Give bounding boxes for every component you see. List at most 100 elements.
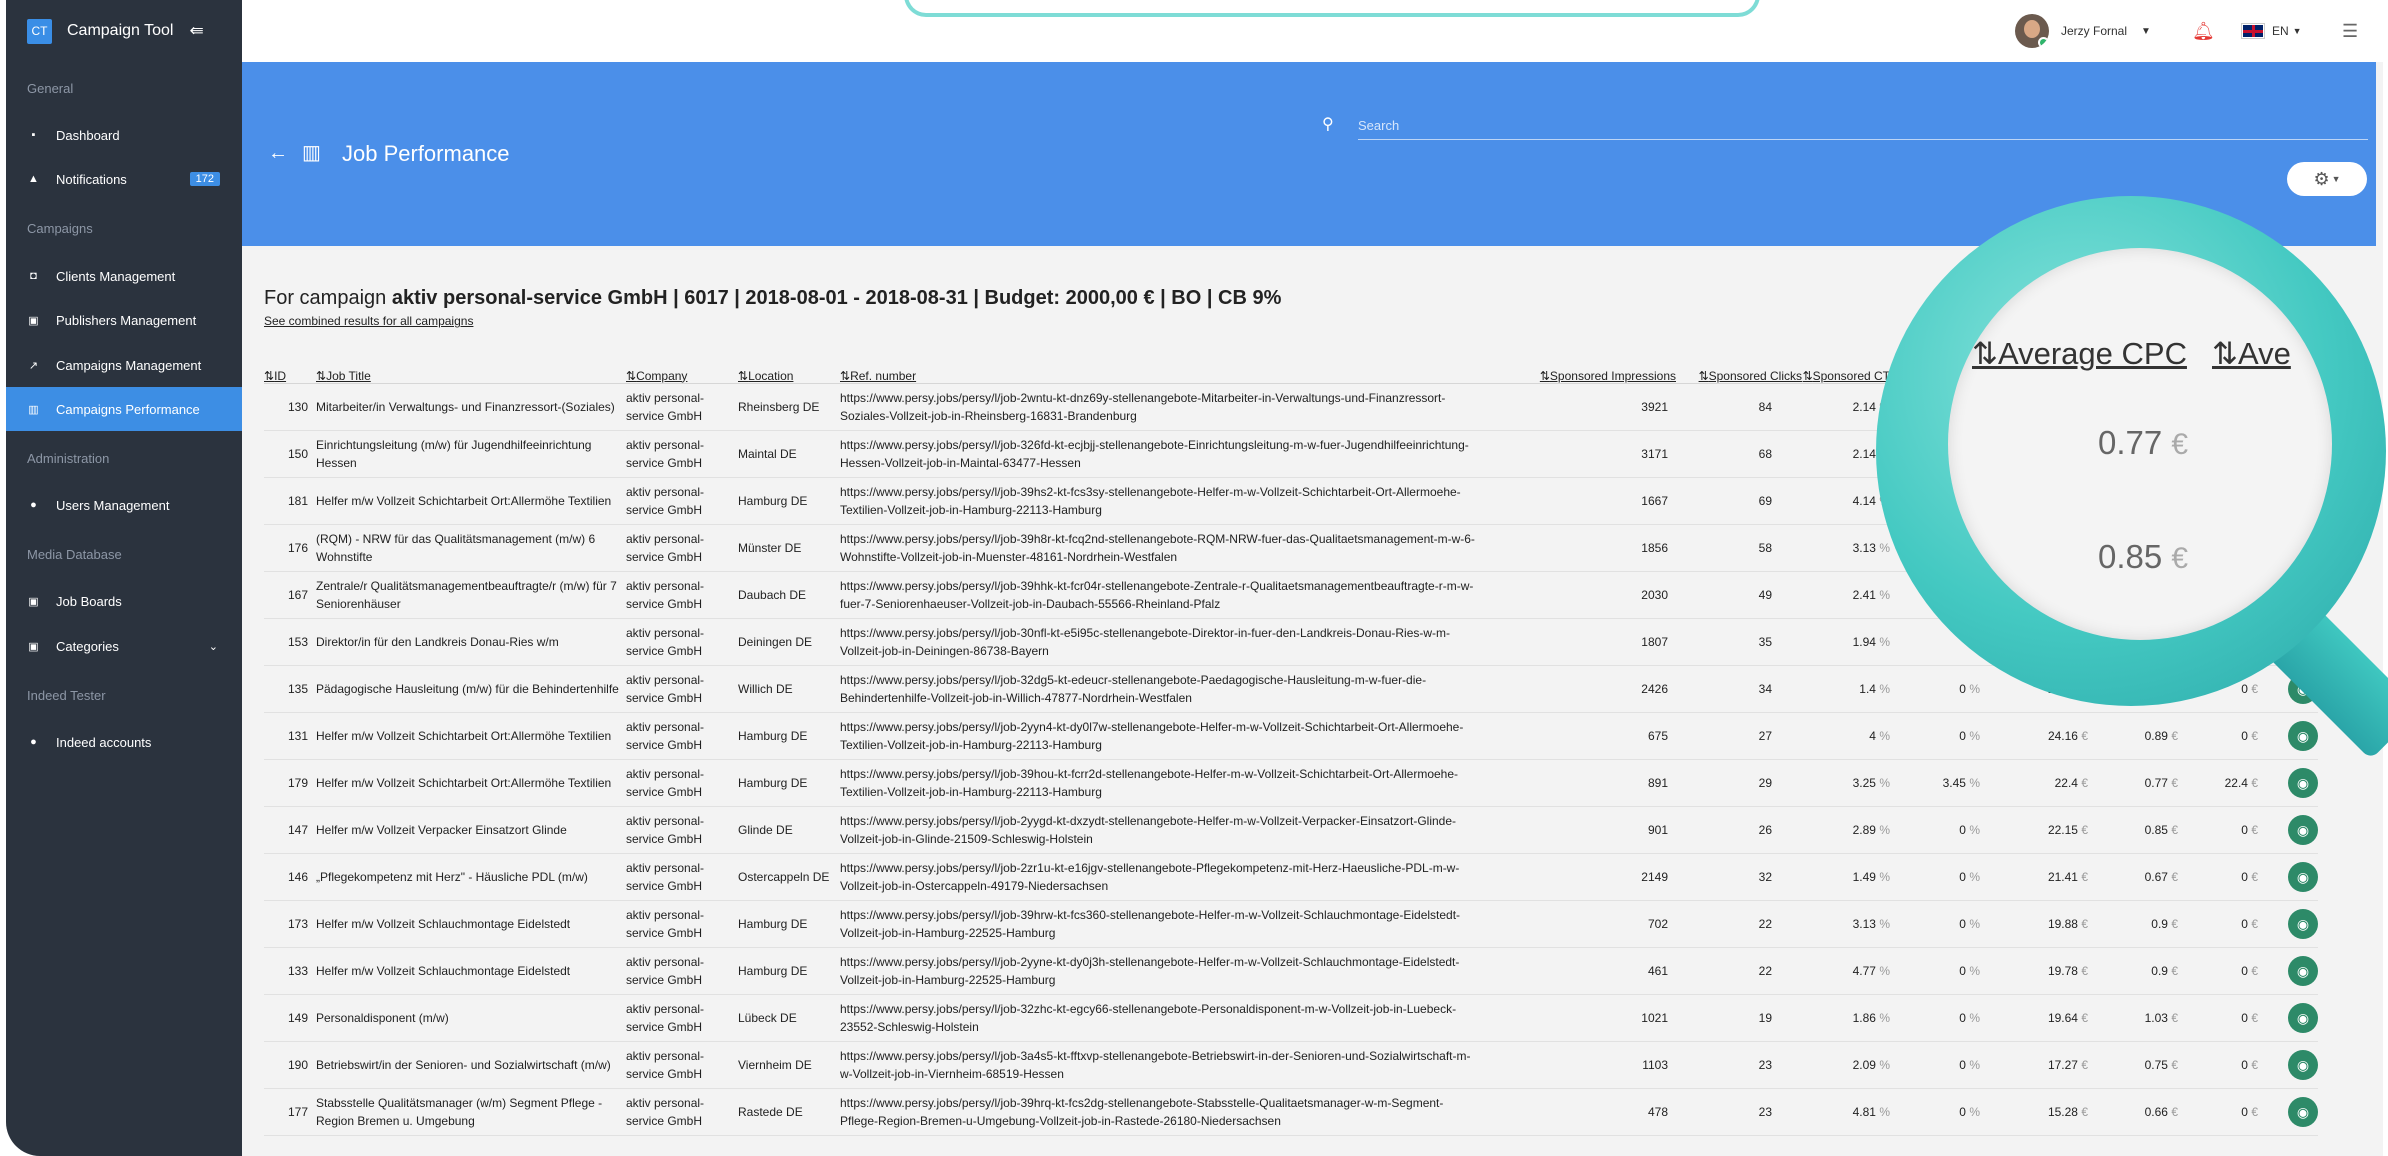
cell-job-title: Mitarbeiter/in Verwaltungs- und Finanzre…: [316, 383, 626, 431]
cell-ref-number: https://www.persy.jobs/persy/l/job-32dg5…: [840, 665, 1490, 713]
column-header[interactable]: ⇅Sponsored Clicks: [1676, 366, 1802, 384]
cell-ref-number: https://www.persy.jobs/persy/l/job-2wntu…: [840, 383, 1490, 431]
cell-clicks: 35: [1676, 618, 1802, 666]
cell-company: aktiv personal-service GmbH: [626, 1041, 738, 1089]
categories-icon: ▣: [28, 640, 39, 653]
bar-chart-icon: ▥: [28, 403, 39, 416]
cell-impressions: 2149: [1490, 853, 1676, 901]
view-details-eye-icon[interactable]: ◉: [2288, 1049, 2318, 1080]
column-header[interactable]: ⇅Job Title: [316, 366, 626, 384]
cell-clicks: 22: [1676, 900, 1802, 948]
sidebar-item-label: Indeed accounts: [56, 734, 152, 750]
column-header[interactable]: ⇅Ref. number: [840, 366, 1490, 384]
cell-cost: 22.15 €: [1980, 806, 2088, 854]
sidebar-item-notifications[interactable]: ▲ Notifications 172: [6, 157, 242, 201]
cell-job-title: Personaldisponent (m/w): [316, 994, 626, 1042]
language-selector[interactable]: EN ▼: [2241, 0, 2302, 62]
view-details-eye-icon[interactable]: ◉: [2288, 814, 2318, 845]
cell-action: ◉: [2258, 1088, 2318, 1136]
cell-location: Deiningen DE: [738, 618, 840, 666]
cell-location: Ostercappeln DE: [738, 853, 840, 901]
view-details-eye-icon[interactable]: ◉: [2288, 861, 2318, 892]
table-row[interactable]: 146 „Pflegekompetenz mit Herz" - Häuslich…: [264, 853, 2318, 901]
sidebar-item-indeed-accounts[interactable]: ● Indeed accounts: [6, 720, 242, 764]
section-administration: Administration: [27, 451, 110, 466]
column-header[interactable]: ⇅Location: [738, 366, 840, 384]
sidebar-item-categories[interactable]: ▣ Categories ⌄: [6, 624, 242, 668]
combined-results-link[interactable]: See combined results for all campaigns: [264, 314, 473, 328]
cell-location: Lübeck DE: [738, 994, 840, 1042]
cell-action: ◉: [2258, 806, 2318, 854]
sort-icon: ⇅: [626, 368, 637, 383]
view-details-eye-icon[interactable]: ◉: [2288, 955, 2318, 986]
cell-job-title: Helfer m/w Vollzeit Schichtarbeit Ort:Al…: [316, 712, 626, 760]
sidebar-item-campaigns-performance[interactable]: ▥ Campaigns Performance: [6, 387, 242, 431]
cell-metric: 0 %: [1890, 947, 1980, 995]
cell-cpc: 0.85 €: [2088, 806, 2178, 854]
cell-impressions: 3171: [1490, 430, 1676, 478]
cell-location: Willich DE: [738, 665, 840, 713]
user-menu[interactable]: Jerzy Fornal ▼: [2015, 0, 2151, 62]
table-row[interactable]: 190 Betriebswirt/in der Senioren- und Soz…: [264, 1041, 2318, 1089]
column-header[interactable]: ⇅ID: [264, 366, 316, 384]
sidebar-item-label: Campaigns Performance: [56, 401, 200, 417]
view-details-eye-icon[interactable]: ◉: [2288, 1002, 2318, 1033]
language-code: EN: [2272, 24, 2289, 38]
sidebar-item-dashboard[interactable]: ▪ Dashboard: [6, 113, 242, 157]
table-row[interactable]: 133 Helfer m/w Vollzeit Schlauchmontage E…: [264, 947, 2318, 995]
column-header[interactable]: ⇅Company: [626, 366, 738, 384]
sidebar-item-label: Dashboard: [56, 127, 120, 143]
cell-job-title: Helfer m/w Vollzeit Schlauchmontage Eide…: [316, 900, 626, 948]
back-arrow-icon[interactable]: ←: [268, 142, 288, 165]
cell-id: 181: [264, 477, 316, 525]
column-header[interactable]: ⇅Sponsored Impressions: [1490, 366, 1676, 384]
zoom-header-average-cpc: ⇅Average CPC: [1972, 336, 2187, 371]
sidebar-item-job-boards[interactable]: ▣ Job Boards: [6, 579, 242, 623]
cell-ref-number: https://www.persy.jobs/persy/l/job-32zhc…: [840, 994, 1490, 1042]
column-header[interactable]: ⇅Sponsored CT: [1802, 366, 1890, 384]
sidebar-item-label: Clients Management: [56, 268, 176, 284]
cell-id: 133: [264, 947, 316, 995]
view-details-eye-icon[interactable]: ◉: [2288, 767, 2318, 798]
view-details-eye-icon[interactable]: ◉: [2288, 720, 2318, 751]
cell-company: aktiv personal-service GmbH: [626, 759, 738, 807]
sidebar-item-users[interactable]: ● Users Management: [6, 483, 242, 527]
table-row[interactable]: 173 Helfer m/w Vollzeit Schlauchmontage E…: [264, 900, 2318, 948]
cell-ctr: 1.49 %: [1802, 853, 1890, 901]
collapse-sidebar-icon[interactable]: ⇚: [189, 21, 203, 41]
sidebar-item-campaigns[interactable]: ↗ Campaigns Management: [6, 343, 242, 387]
cell-job-title: Helfer m/w Vollzeit Schichtarbeit Ort:Al…: [316, 477, 626, 525]
cell-location: Glinde DE: [738, 806, 840, 854]
cell-impressions: 478: [1490, 1088, 1676, 1136]
cell-ref-number: https://www.persy.jobs/persy/l/job-30nfl…: [840, 618, 1490, 666]
cell-metric: 0 €: [2178, 712, 2258, 760]
cell-impressions: 891: [1490, 759, 1676, 807]
cell-id: 173: [264, 900, 316, 948]
view-details-eye-icon[interactable]: ◉: [2288, 1096, 2318, 1127]
cell-company: aktiv personal-service GmbH: [626, 1088, 738, 1136]
cell-ref-number: https://www.persy.jobs/persy/l/job-2yyn4…: [840, 712, 1490, 760]
view-details-eye-icon[interactable]: ◉: [2288, 908, 2318, 939]
cell-id: 167: [264, 571, 316, 619]
settings-menu-button[interactable]: ⚙ ▼: [2287, 162, 2367, 196]
list-menu-icon[interactable]: ☰: [2342, 0, 2358, 62]
cell-metric: 0 %: [1890, 1041, 1980, 1089]
sidebar-item-publishers[interactable]: ▣ Publishers Management: [6, 298, 242, 342]
cell-company: aktiv personal-service GmbH: [626, 383, 738, 431]
zoom-value: 0.85 €: [2098, 538, 2189, 575]
cell-id: 177: [264, 1088, 316, 1136]
search-input[interactable]: Search: [1358, 108, 2368, 140]
cell-clicks: 23: [1676, 1041, 1802, 1089]
table-row[interactable]: 177 Stabsstelle Qualitätsmanager (w/m) Se…: [264, 1088, 2318, 1136]
cell-cost: 15.28 €: [1980, 1088, 2088, 1136]
page-title: Job Performance: [342, 141, 510, 166]
alarm-bell-icon[interactable]: 🔔︎: [2192, 0, 2215, 62]
cell-cost: 17.27 €: [1980, 1041, 2088, 1089]
table-row[interactable]: 149 Personaldisponent (m/w) aktiv personal…: [264, 994, 2318, 1042]
sort-icon: ⇅: [264, 368, 275, 383]
table-row[interactable]: 179 Helfer m/w Vollzeit Schichtarbeit Ort…: [264, 759, 2318, 807]
cell-ctr: 1.94 %: [1802, 618, 1890, 666]
table-row[interactable]: 131 Helfer m/w Vollzeit Schichtarbeit Ort…: [264, 712, 2318, 760]
sidebar-item-clients[interactable]: ◘ Clients Management: [6, 254, 242, 298]
table-row[interactable]: 147 Helfer m/w Vollzeit Verpacker Einsatz…: [264, 806, 2318, 854]
